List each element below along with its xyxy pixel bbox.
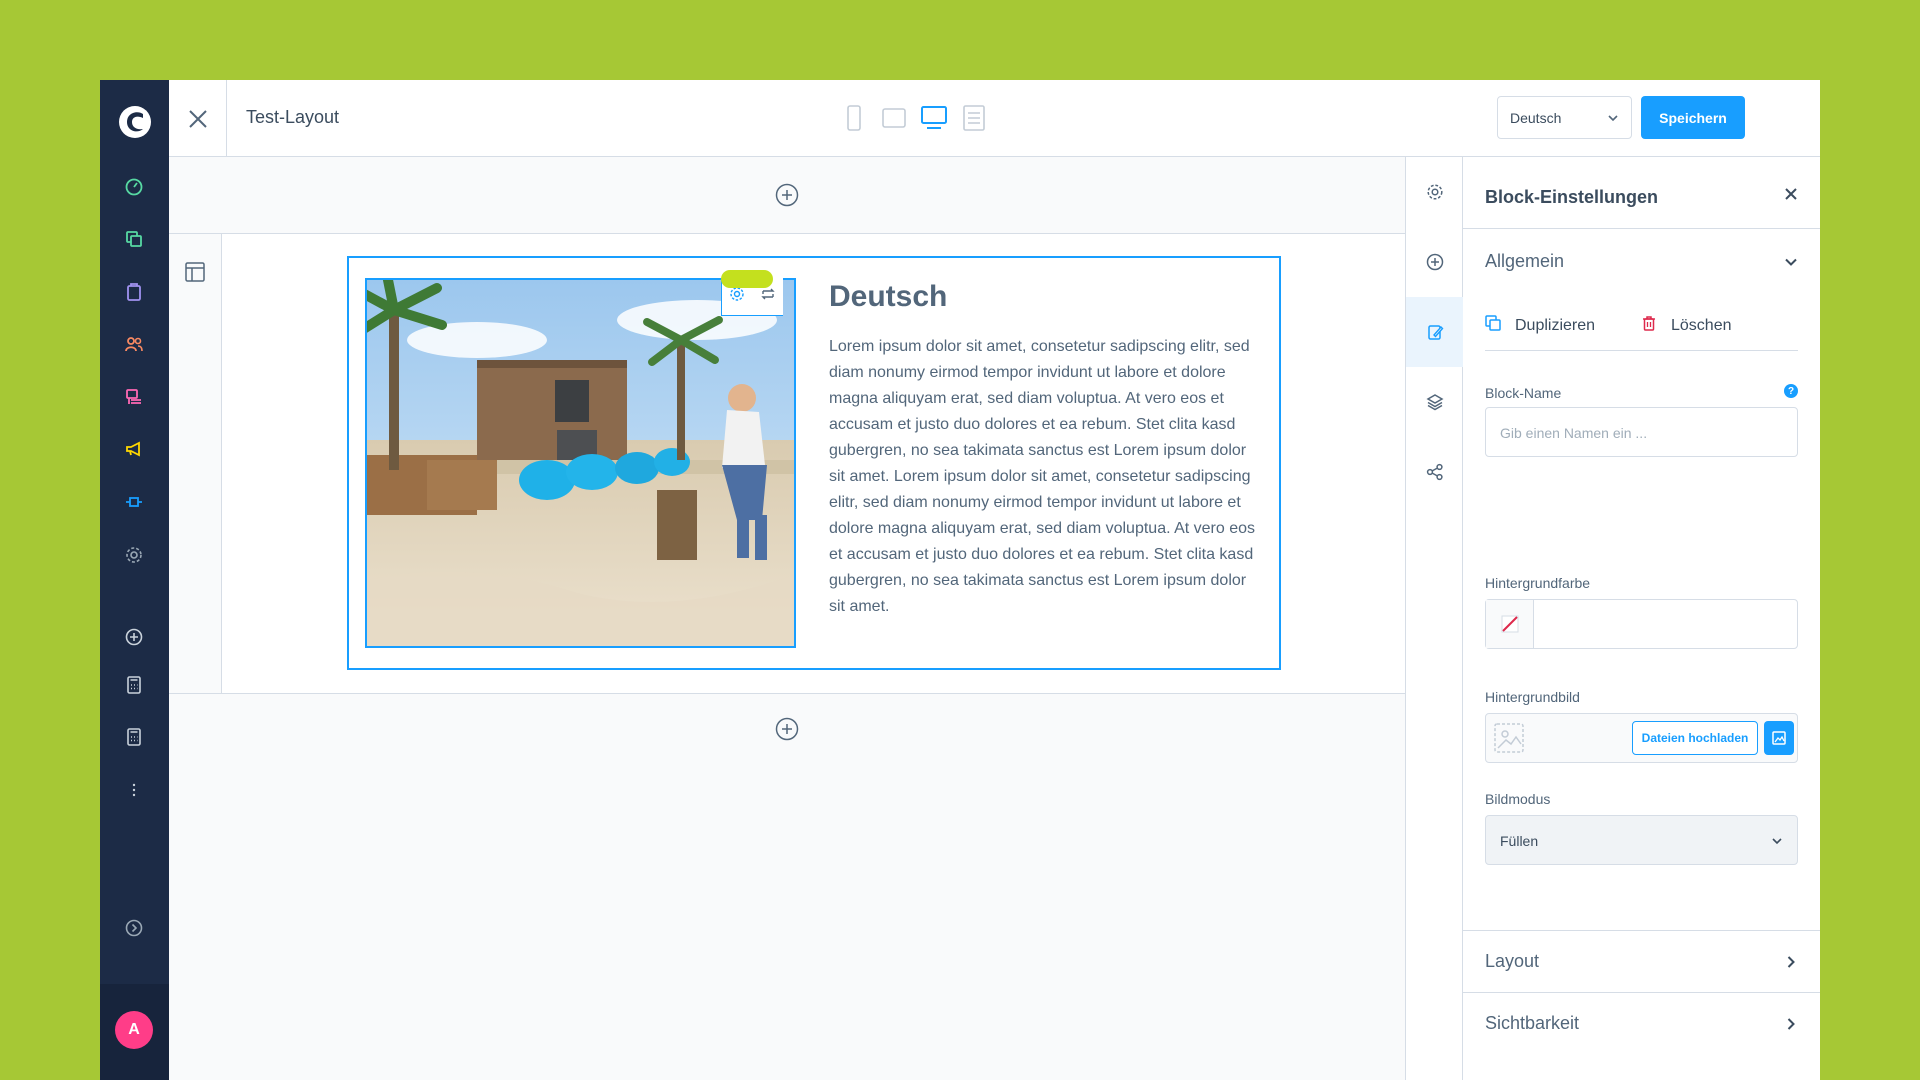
panel-header: Block-Einstellungen (1463, 157, 1820, 229)
layers-icon[interactable] (1406, 367, 1463, 437)
add-icon[interactable] (1406, 227, 1463, 297)
image-mode-value: Füllen (1500, 833, 1539, 849)
block-settings-panel: Block-Einstellungen Allgemein Dupliziere… (1463, 157, 1820, 1080)
edit-icon[interactable] (1406, 297, 1463, 367)
close-icon[interactable] (169, 80, 227, 157)
expand-icon[interactable] (122, 916, 146, 940)
settings-icon[interactable] (122, 543, 146, 567)
help-icon[interactable]: ? (1784, 384, 1798, 398)
image-mode-select[interactable]: Füllen (1485, 815, 1798, 865)
bg-image-label: Hintergrundbild (1485, 689, 1580, 705)
mobile-icon[interactable] (841, 104, 867, 132)
catalogue-icon[interactable] (122, 227, 146, 251)
calculator-icon[interactable] (122, 725, 146, 749)
shopware-logo-icon[interactable] (117, 104, 153, 140)
bg-image-input[interactable]: Dateien hochladen (1485, 713, 1798, 763)
calculator-icon[interactable] (122, 673, 146, 697)
text-image-block[interactable]: Deutsch Lorem ipsum dolor sit amet, cons… (347, 256, 1281, 670)
chevron-down-icon (1771, 834, 1783, 850)
gear-icon[interactable] (729, 286, 745, 307)
accordion-visibility[interactable]: Sichtbarkeit (1463, 992, 1820, 1054)
user-area: A (100, 984, 169, 1080)
block-heading[interactable]: Deutsch (829, 280, 947, 314)
share-icon[interactable] (1406, 437, 1463, 507)
close-icon[interactable] (1784, 187, 1798, 206)
list-view-icon[interactable] (961, 104, 987, 132)
trash-icon (1641, 315, 1657, 336)
layout-section[interactable]: Deutsch Lorem ipsum dolor sit amet, cons… (169, 233, 1405, 694)
image-placeholder-icon (1493, 722, 1525, 757)
language-select[interactable]: Deutsch (1497, 96, 1632, 139)
accordion-layout[interactable]: Layout (1463, 930, 1820, 992)
chevron-right-icon (1784, 1017, 1798, 1036)
duplicate-button[interactable]: Duplizieren (1485, 315, 1595, 336)
media-library-icon[interactable] (1764, 721, 1794, 755)
bg-color-label: Hintergrundfarbe (1485, 575, 1591, 591)
page-title: Test-Layout (246, 107, 340, 127)
app-window: A Test-Layout Deutsch Speichern Deutsch … (100, 80, 1820, 1080)
sidebar-rail (1405, 157, 1463, 1080)
add-section-top-icon[interactable] (775, 183, 799, 207)
accordion-layout-title: Layout (1485, 951, 1540, 971)
block-actions: Duplizieren Löschen (1485, 307, 1798, 351)
duplicate-label: Duplizieren (1515, 316, 1596, 334)
element-handle[interactable] (721, 270, 773, 288)
section-sidebar (169, 234, 222, 693)
avatar[interactable]: A (115, 1011, 153, 1049)
more-icon[interactable] (122, 778, 146, 802)
customers-icon[interactable] (122, 332, 146, 356)
delete-button[interactable]: Löschen (1641, 315, 1732, 336)
block-name-label: Block-Name (1485, 385, 1562, 401)
settings-icon[interactable] (1406, 157, 1463, 227)
desktop-icon[interactable] (921, 104, 947, 132)
save-button[interactable]: Speichern (1641, 96, 1745, 139)
duplicate-icon (1485, 315, 1501, 336)
tablet-icon[interactable] (881, 104, 907, 132)
panel-title: Block-Einstellungen (1485, 187, 1659, 207)
chevron-down-icon[interactable] (1784, 255, 1798, 274)
extensions-icon[interactable] (122, 490, 146, 514)
bg-color-input[interactable] (1485, 599, 1798, 649)
image-mode-label: Bildmodus (1485, 791, 1551, 807)
block-name-input[interactable]: Gib einen Namen ein ... (1485, 407, 1798, 457)
upload-files-button[interactable]: Dateien hochladen (1632, 721, 1758, 755)
photo-beach-scene (367, 280, 794, 646)
chevron-right-icon (1784, 955, 1798, 974)
dashboard-icon[interactable] (122, 175, 146, 199)
topbar: Test-Layout Deutsch Speichern (169, 80, 1820, 157)
chevron-down-icon (1607, 111, 1619, 127)
admin-menu: A (100, 80, 169, 1080)
accordion-visibility-title: Sichtbarkeit (1485, 1013, 1580, 1033)
swap-icon[interactable] (760, 286, 776, 307)
no-color-icon[interactable] (1486, 600, 1534, 648)
orders-icon[interactable] (122, 280, 146, 304)
block-text[interactable]: Lorem ipsum dolor sit amet, consetetur s… (829, 334, 1259, 620)
delete-label: Löschen (1671, 316, 1732, 334)
layout-canvas: Deutsch Lorem ipsum dolor sit amet, cons… (169, 157, 1405, 1080)
section-layout-icon[interactable] (185, 262, 205, 287)
add-icon[interactable] (122, 625, 146, 649)
content-icon[interactable] (122, 385, 146, 409)
accordion-general-title[interactable]: Allgemein (1485, 251, 1564, 272)
device-switch (841, 104, 987, 132)
marketing-icon[interactable] (122, 437, 146, 461)
block-image[interactable] (365, 278, 796, 648)
language-select-value: Deutsch (1510, 110, 1562, 126)
add-section-bottom-icon[interactable] (775, 717, 799, 741)
